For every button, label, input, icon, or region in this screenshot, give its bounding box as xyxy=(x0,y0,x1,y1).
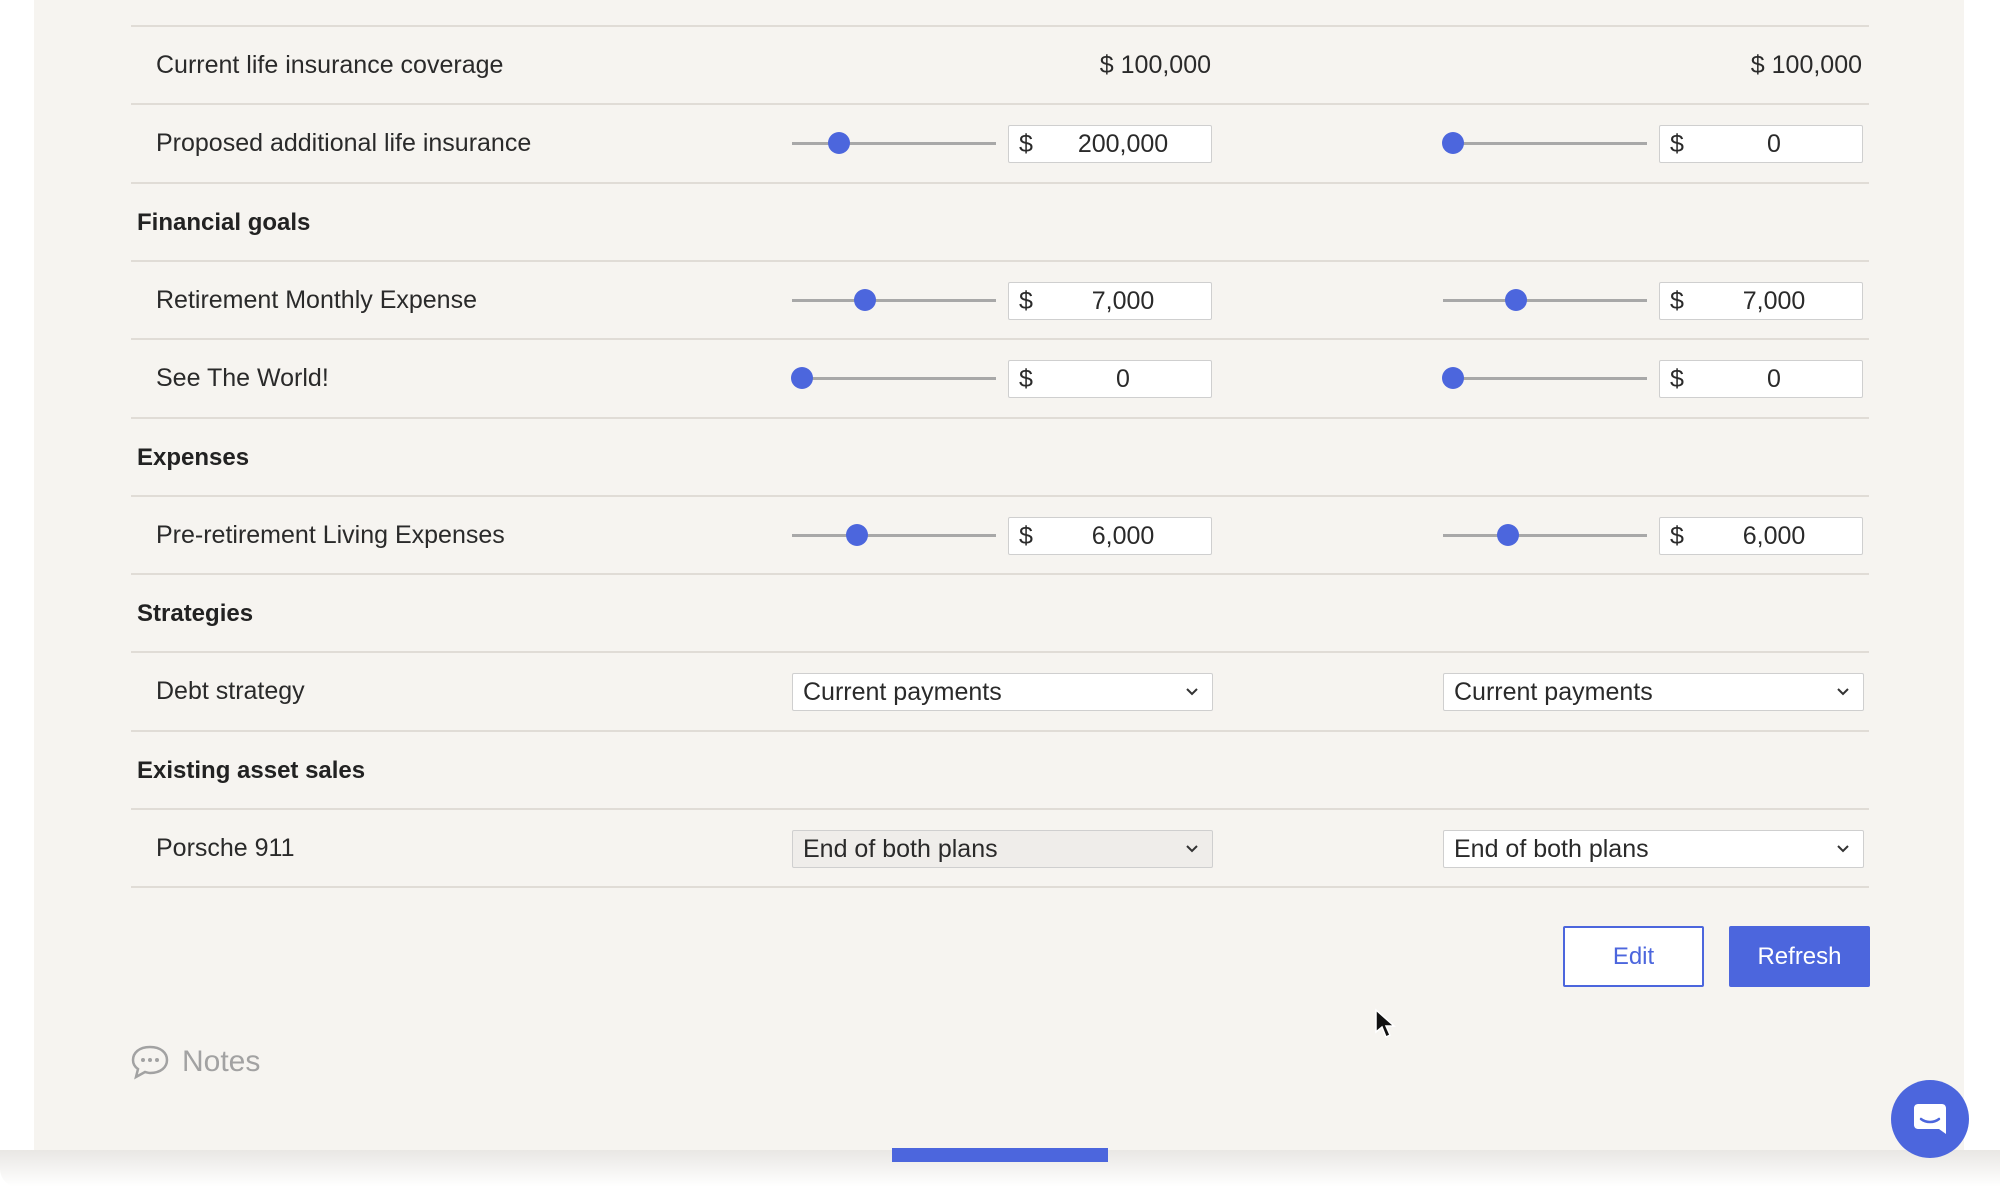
coverage-plan-b-value: $ 100,000 xyxy=(1750,51,1862,79)
amount-value[interactable]: 0 xyxy=(1696,361,1852,397)
currency-symbol: $ xyxy=(1019,522,1033,550)
selected-option: End of both plans xyxy=(1454,835,1649,863)
retirement-expense-plan-a-input[interactable]: $ 7,000 xyxy=(1008,282,1212,320)
currency-symbol: $ xyxy=(1019,287,1033,315)
slider-thumb[interactable] xyxy=(846,524,869,546)
amount-value[interactable]: 6,000 xyxy=(1696,518,1852,554)
amount-value[interactable]: 7,000 xyxy=(1045,283,1201,319)
pre-retirement-plan-b-slider[interactable] xyxy=(1443,524,1647,546)
pre-retirement-plan-a-slider[interactable] xyxy=(792,524,996,546)
porsche-row: Porsche 911 End of both plans End of bot… xyxy=(131,810,1869,887)
additional-life-plan-a-input[interactable]: $ 200,000 xyxy=(1008,125,1212,163)
debt-strategy-label: Debt strategy xyxy=(156,677,305,705)
slider-thumb[interactable] xyxy=(1442,367,1465,389)
strategies-section: Strategies xyxy=(131,575,1869,652)
see-world-plan-a-slider[interactable] xyxy=(791,367,996,389)
see-world-row: See The World! $ 0 $ 0 xyxy=(131,340,1869,417)
chevron-down-icon xyxy=(1186,845,1198,853)
section-title-expenses: Expenses xyxy=(137,444,250,471)
refresh-button[interactable]: Refresh xyxy=(1729,926,1870,987)
retirement-expense-plan-b-slider[interactable] xyxy=(1443,289,1647,311)
selected-option: End of both plans xyxy=(803,835,998,863)
slider-thumb[interactable] xyxy=(791,367,814,389)
retirement-expense-label: Retirement Monthly Expense xyxy=(156,286,477,314)
currency-symbol: $ xyxy=(1670,522,1684,550)
notes-toggle[interactable]: Notes xyxy=(130,1040,260,1084)
amount-value[interactable]: 0 xyxy=(1045,361,1201,397)
pre-retirement-plan-b-input[interactable]: $ 6,000 xyxy=(1659,517,1863,555)
additional-life-plan-b-input[interactable]: $ 0 xyxy=(1659,125,1863,163)
pre-retirement-row: Pre-retirement Living Expenses $ 6,000 $… xyxy=(131,497,1869,574)
chevron-down-icon xyxy=(1837,688,1849,696)
currency-symbol: $ xyxy=(1019,365,1033,393)
slider-thumb[interactable] xyxy=(827,132,850,154)
pre-retirement-label: Pre-retirement Living Expenses xyxy=(156,521,505,549)
section-title-asset-sales: Existing asset sales xyxy=(137,757,366,784)
slider-thumb[interactable] xyxy=(854,289,877,311)
debt-strategy-plan-b-select[interactable]: Current payments xyxy=(1443,673,1864,711)
horizontal-scroll-indicator[interactable] xyxy=(892,1148,1108,1162)
debt-strategy-plan-a-select[interactable]: Current payments xyxy=(792,673,1213,711)
selected-option: Current payments xyxy=(1454,678,1653,706)
row-divider xyxy=(131,886,1869,888)
coverage-row: Current life insurance coverage $ 100,00… xyxy=(131,27,1869,104)
additional-life-plan-a-slider[interactable] xyxy=(792,132,996,154)
currency-symbol: $ xyxy=(1019,130,1033,158)
speech-bubble-icon xyxy=(131,1045,169,1080)
retirement-expense-plan-a-slider[interactable] xyxy=(792,289,996,311)
slider-thumb[interactable] xyxy=(1442,132,1465,154)
chevron-down-icon xyxy=(1186,688,1198,696)
chat-icon xyxy=(1914,1104,1946,1134)
currency-symbol: $ xyxy=(1670,365,1684,393)
section-title-strategies: Strategies xyxy=(137,600,254,627)
slider-thumb[interactable] xyxy=(1497,524,1520,546)
coverage-label: Current life insurance coverage xyxy=(156,51,504,79)
slider-thumb[interactable] xyxy=(1505,289,1528,311)
pre-retirement-plan-a-input[interactable]: $ 6,000 xyxy=(1008,517,1212,555)
see-world-plan-b-slider[interactable] xyxy=(1442,367,1647,389)
edit-button[interactable]: Edit xyxy=(1563,926,1704,987)
debt-strategy-row: Debt strategy Current payments Current p… xyxy=(131,653,1869,730)
see-world-plan-b-input[interactable]: $ 0 xyxy=(1659,360,1863,398)
amount-value[interactable]: 0 xyxy=(1696,126,1852,162)
retirement-expense-plan-b-input[interactable]: $ 7,000 xyxy=(1659,282,1863,320)
porsche-plan-b-select[interactable]: End of both plans xyxy=(1443,830,1864,868)
see-world-label: See The World! xyxy=(156,364,329,392)
amount-value[interactable]: 6,000 xyxy=(1045,518,1201,554)
notes-label: Notes xyxy=(182,1045,261,1078)
mouse-cursor-icon xyxy=(1375,1008,1396,1039)
expenses-section: Expenses xyxy=(131,419,1869,496)
chevron-down-icon xyxy=(1837,845,1849,853)
amount-value[interactable]: 200,000 xyxy=(1045,126,1201,162)
financial-goals-section: Financial goals xyxy=(131,184,1869,261)
coverage-plan-a-value: $ 100,000 xyxy=(1099,51,1211,79)
additional-life-row: Proposed additional life insurance $ 200… xyxy=(131,105,1869,182)
currency-symbol: $ xyxy=(1670,130,1684,158)
asset-sales-section: Existing asset sales xyxy=(131,732,1869,809)
porsche-label: Porsche 911 xyxy=(156,834,295,862)
additional-life-label: Proposed additional life insurance xyxy=(156,129,532,157)
porsche-plan-a-select[interactable]: End of both plans xyxy=(792,830,1213,868)
retirement-expense-row: Retirement Monthly Expense $ 7,000 $ 7,0… xyxy=(131,262,1869,339)
see-world-plan-a-input[interactable]: $ 0 xyxy=(1008,360,1212,398)
chat-launcher-button[interactable] xyxy=(1891,1080,1969,1158)
selected-option: Current payments xyxy=(803,678,1002,706)
amount-value[interactable]: 7,000 xyxy=(1696,283,1852,319)
section-title-financial-goals: Financial goals xyxy=(137,209,311,236)
currency-symbol: $ xyxy=(1670,287,1684,315)
additional-life-plan-b-slider[interactable] xyxy=(1442,132,1647,154)
